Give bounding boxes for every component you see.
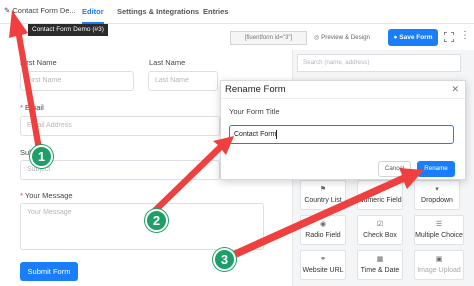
form-editor-screen: ✎ Contact Form De... Editor Settings & I…	[0, 0, 474, 286]
submit-form-button[interactable]: Submit Form	[20, 262, 78, 281]
save-label: Save Form	[399, 34, 433, 41]
text-caret	[276, 129, 278, 139]
top-nav: ✎ Contact Form De... Editor Settings & I…	[0, 0, 474, 24]
save-icon: ●	[393, 34, 398, 41]
calendar-icon: ▦	[376, 256, 384, 263]
field-time-date[interactable]: ▦ Time & Date	[357, 250, 403, 280]
list-icon: ☰	[435, 221, 443, 228]
form-title-input[interactable]: Contact Form	[229, 125, 454, 144]
hash-icon: #	[378, 186, 382, 193]
link-icon: ⚭	[320, 256, 326, 263]
flag-icon: ⚑	[319, 186, 327, 193]
dropdown-icon: ▾	[435, 186, 439, 193]
image-icon: ▣	[435, 256, 443, 263]
field-radio[interactable]: ◉ Radio Field	[300, 215, 346, 245]
pencil-icon: ✎	[4, 6, 11, 15]
preview-design-button[interactable]: ◎ Preview & Design	[314, 31, 380, 45]
form-title-link[interactable]: ✎ Contact Form De...	[4, 6, 76, 15]
field-search-input[interactable]: Search (name, address)	[297, 54, 461, 72]
cancel-button[interactable]: Cancel	[378, 161, 411, 177]
email-input[interactable]: Email Address	[20, 116, 220, 136]
email-label: * Email	[20, 103, 44, 112]
callout-badge-2: 2	[145, 209, 168, 232]
preview-label: Preview & Design	[321, 34, 370, 41]
more-options-icon[interactable]: ⋮	[460, 31, 470, 41]
tab-settings-integrations[interactable]: Settings & Integrations	[117, 7, 199, 16]
field-dropdown[interactable]: ▾ Dropdown	[414, 180, 460, 210]
form-title-text: Contact Form De...	[12, 6, 76, 15]
rename-form-dialog: Rename Form ✕ Your Form Title Contact Fo…	[220, 80, 466, 180]
field-numeric[interactable]: # Numeric Field	[357, 180, 403, 210]
dialog-title: Rename Form	[225, 84, 286, 95]
last-name-label: Last Name	[149, 58, 186, 67]
callout-badge-1: 1	[30, 145, 53, 168]
checkbox-icon: ☑	[376, 221, 384, 228]
message-label: * Your Message	[20, 191, 73, 200]
tab-editor[interactable]: Editor	[82, 7, 104, 16]
field-website-url[interactable]: ⚭ Website URL	[300, 250, 346, 280]
field-checkbox[interactable]: ☑ Check Box	[357, 215, 403, 245]
rename-button[interactable]: Rename	[417, 161, 455, 177]
first-name-label: First Name	[20, 58, 57, 67]
close-icon[interactable]: ✕	[451, 84, 459, 95]
tab-entries[interactable]: Entries	[203, 7, 228, 16]
field-image-upload[interactable]: ▣ Image Upload	[414, 250, 464, 280]
eye-icon: ◎	[314, 34, 320, 41]
callout-badge-3: 3	[213, 248, 236, 271]
first-name-input[interactable]: First Name	[20, 71, 134, 91]
dialog-divider	[221, 98, 465, 99]
message-textarea[interactable]: Your Message	[20, 203, 264, 250]
fullscreen-icon[interactable]	[444, 32, 454, 42]
shortcode-copy[interactable]: [fluentform id="3"]	[230, 31, 307, 45]
field-multiple-choice[interactable]: ☰ Multiple Choice	[414, 215, 464, 245]
form-title-field-label: Your Form Title	[229, 107, 280, 116]
field-country-list[interactable]: ⚑ Country List	[300, 180, 346, 210]
last-name-input[interactable]: Last Name	[148, 71, 218, 91]
radio-icon: ◉	[319, 221, 327, 228]
form-title-tooltip: Contact Form Demo (#3)	[28, 24, 108, 36]
save-form-button[interactable]: ● Save Form	[388, 29, 438, 46]
